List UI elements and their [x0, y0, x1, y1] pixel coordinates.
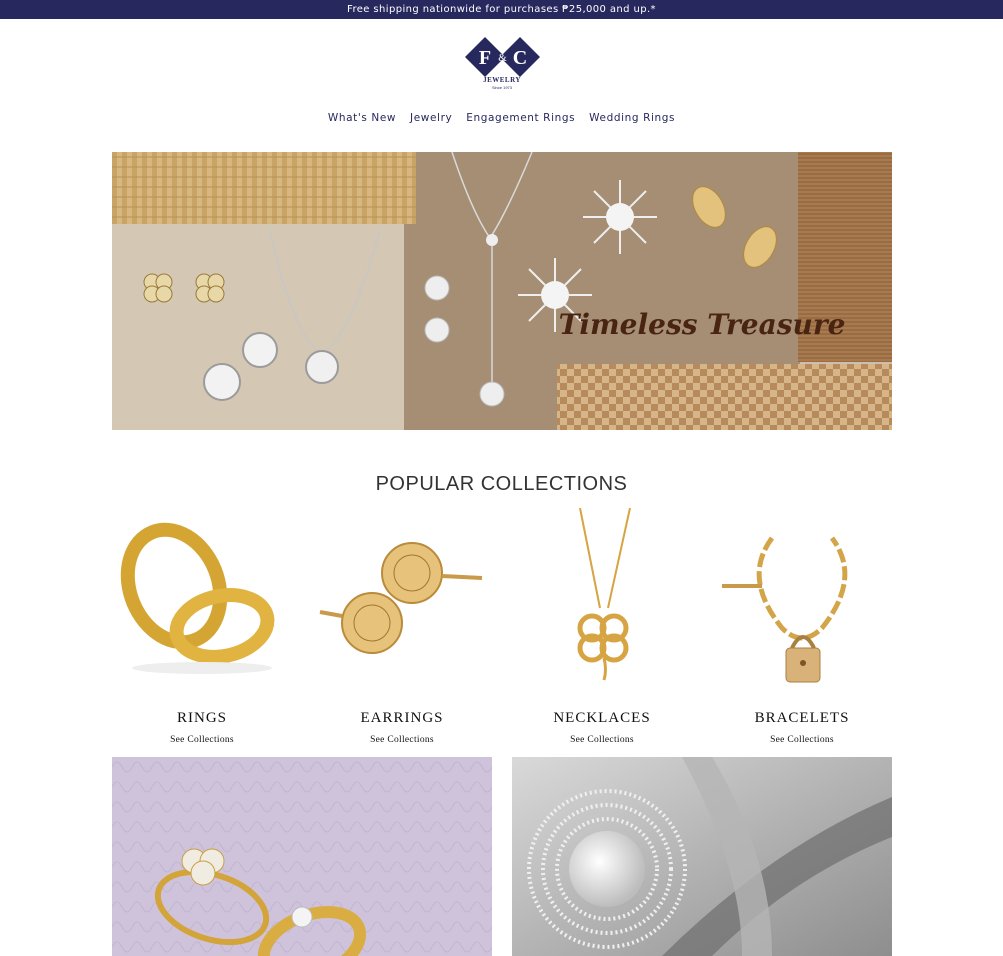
main-nav: What's New Jewelry Engagement Rings Wedd…	[0, 112, 1003, 124]
collection-name: EARRINGS	[360, 710, 444, 726]
announcement-bar: Free shipping nationwide for purchases ₱…	[0, 0, 1003, 19]
collection-name: NECKLACES	[553, 710, 651, 726]
svg-text:&: &	[498, 52, 507, 64]
necklaces-image	[512, 507, 692, 688]
see-collections-link[interactable]: See Collections	[170, 735, 234, 745]
svg-text:JEWELRY: JEWELRY	[483, 76, 521, 84]
collection-rings[interactable]: RINGS See Collections	[112, 508, 292, 748]
bracelets-image	[712, 508, 892, 688]
rings-image	[112, 508, 292, 688]
promo-banner-rings[interactable]	[112, 757, 492, 956]
popular-collections-title: POPULAR COLLECTIONS	[375, 473, 628, 495]
hero-banner[interactable]: Timeless Treasure	[112, 152, 892, 430]
earrings-image	[312, 508, 492, 688]
nav-engagement-rings[interactable]: Engagement Rings	[466, 112, 575, 124]
promo-banner-pearl[interactable]	[512, 757, 892, 956]
brand-logo[interactable]: F & C JEWELRY Since 1973	[465, 37, 541, 93]
see-collections-link[interactable]: See Collections	[770, 735, 834, 745]
svg-text:F: F	[479, 47, 491, 69]
collection-bracelets[interactable]: BRACELETS See Collections	[712, 508, 892, 748]
nav-wedding-rings[interactable]: Wedding Rings	[589, 112, 675, 124]
nav-jewelry[interactable]: Jewelry	[410, 112, 452, 124]
hero-script-text: Timeless Treasure	[559, 308, 846, 341]
svg-text:C: C	[513, 47, 527, 69]
svg-text:Since 1973: Since 1973	[492, 85, 513, 90]
collection-name: BRACELETS	[754, 710, 850, 726]
see-collections-link[interactable]: See Collections	[570, 735, 634, 745]
collection-name: RINGS	[176, 710, 227, 726]
see-collections-link[interactable]: See Collections	[370, 735, 434, 745]
collection-earrings[interactable]: EARRINGS See Collections	[312, 508, 492, 748]
nav-whats-new[interactable]: What's New	[328, 112, 396, 124]
collection-necklaces[interactable]: NECKLACES See Collections	[512, 507, 692, 748]
